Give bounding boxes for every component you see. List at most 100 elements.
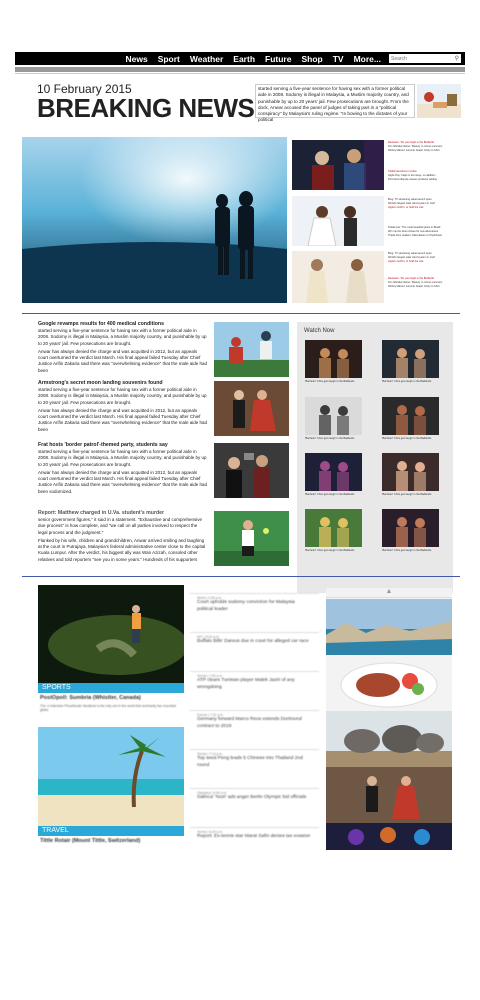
header-divider-thin xyxy=(15,73,465,74)
news-ticker-row[interactable]: Tennis | 7:53 a.m. ATP clears Tunisian pl… xyxy=(190,671,319,710)
news-ticker-row[interactable]: Tennis | 6:24 a.m. Report: Ex-tennis star… xyxy=(190,827,319,866)
page-title: BREAKING NEWS xyxy=(37,93,255,123)
side-link[interactable]: Port berta dispute causes producer addin… xyxy=(388,178,460,182)
watch-video-caption[interactable]: 'Bachelor' Chris gets laugh in the Badla… xyxy=(382,437,442,440)
side-links-3: Bing: TV streaming value launch open Wor… xyxy=(388,198,460,210)
nav-news[interactable]: News xyxy=(125,54,147,64)
watch-video-thumbnail[interactable] xyxy=(305,509,362,547)
sports-label[interactable]: SPORTS xyxy=(38,683,184,693)
article-3-image-press[interactable] xyxy=(214,443,289,498)
article-paragraph: started serving a five-year sentence for… xyxy=(38,449,207,467)
search-input[interactable] xyxy=(391,54,446,63)
nav-earth[interactable]: Earth xyxy=(233,54,255,64)
news-ticker-headline[interactable]: Report: Ex-tennis star Marat Safin denie… xyxy=(197,834,312,841)
nav-tv[interactable]: TV xyxy=(333,54,344,64)
watch-video-thumbnail[interactable] xyxy=(382,453,439,491)
article-4-image-tennis[interactable] xyxy=(214,511,289,566)
watch-video-thumbnail[interactable] xyxy=(305,397,362,435)
side-links-5: Bing: TV streaming value launch open Wor… xyxy=(388,252,460,264)
nav-sport[interactable]: Sport xyxy=(158,54,180,64)
nav-shop[interactable]: Shop xyxy=(301,54,322,64)
side-link[interactable]: Shirley Marvel: summer beach Crazy to Sh… xyxy=(388,285,460,289)
sports-subtitle: The r.n.intensive Pheartbeats Vacations … xyxy=(40,704,177,712)
header-blurb: started serving a five-year sentence for… xyxy=(255,84,415,122)
sports-title[interactable]: PostOpoll: Sumbria (Whistler, Canada) xyxy=(40,695,141,701)
nav-bar: News Sport Weather Earth Future Shop TV … xyxy=(15,52,465,65)
watch-video-caption[interactable]: 'Bachelor' Chris gets laugh in the Badla… xyxy=(382,549,442,552)
travel-beach-image[interactable] xyxy=(38,727,184,826)
watch-video-caption[interactable]: 'Bachelor' Chris gets laugh in the Badla… xyxy=(305,493,365,496)
article-paragraph: Flanked by his wife, children and grandc… xyxy=(38,537,206,562)
nav-future[interactable]: Future xyxy=(265,54,291,64)
travel-title[interactable]: Tittle Rotair (Mount Tittle, Switzerland… xyxy=(40,838,140,844)
side-links-2: 'Netflix launches in Cuba Apple Pay: hel… xyxy=(388,170,460,182)
side-link[interactable]: Tirade from readers: Alternatives to Tri… xyxy=(388,234,460,238)
nav-more[interactable]: More... xyxy=(354,54,381,64)
news-ticker-row[interactable]: Soccer | 7:31 a.m. Germany forward Marco … xyxy=(190,710,319,749)
hero-image-couple-sunset[interactable] xyxy=(22,137,287,303)
news-ticker-row[interactable]: NFL | 8:34 a.m. Buffalo Bills' Dareus due… xyxy=(190,632,319,671)
watch-video-thumbnail[interactable] xyxy=(382,397,439,435)
watch-video-thumbnail[interactable] xyxy=(382,340,439,378)
article-2: Armstrong's secret moon landing souvenir… xyxy=(38,380,208,435)
article-headline[interactable]: Google revamps results for 400 medical c… xyxy=(38,321,208,327)
header-divider xyxy=(15,67,465,72)
sports-golf-image[interactable] xyxy=(38,585,184,683)
side-link[interactable]: Apple's GoPro, to hold the visit xyxy=(388,206,460,210)
article-headline[interactable]: Frat hosts 'border patrol'-themed party,… xyxy=(38,442,208,448)
news-ticker-headline[interactable]: Court upholds sodomy conviction for Mala… xyxy=(197,600,312,614)
news-ticker-row[interactable]: World | 3:28 a.m. Court upholds sodomy co… xyxy=(190,593,319,632)
news-ticker-headline[interactable]: Germany forward Marco Reus extends Dortm… xyxy=(197,717,312,731)
watch-video-caption[interactable]: 'Bachelor' Chris gets laugh in the Badla… xyxy=(382,493,442,496)
side-links-4: Prada true: 'The most beautiful place in… xyxy=(388,226,460,238)
article-headline[interactable]: Armstrong's secret moon landing souvenir… xyxy=(38,380,208,386)
side-links-6: Reviewer: 'Do you laugh in the Bottle/de… xyxy=(388,277,460,289)
gallery-dancer-image[interactable] xyxy=(326,767,452,823)
news-ticker-headline[interactable]: Buffalo Bills' Dareus due in court for a… xyxy=(197,639,312,646)
watch-video-thumbnail[interactable] xyxy=(305,340,362,378)
gallery-up-arrow-icon[interactable]: ▲ xyxy=(326,588,452,598)
section-divider xyxy=(22,576,460,577)
search-box[interactable]: ⚲ xyxy=(389,54,461,63)
article-paragraph: Anwar has always denied the charge and w… xyxy=(38,348,208,373)
watch-video-caption[interactable]: 'Bachelor' Chris gets laugh in the Badla… xyxy=(305,437,365,440)
news-ticker-list: World | 3:28 a.m. Court upholds sodomy co… xyxy=(190,593,319,866)
article-1: Google revamps results for 400 medical c… xyxy=(38,321,208,376)
article-paragraph: Anwar has always denied the charge and w… xyxy=(38,469,208,494)
article-headline[interactable]: Report: Matthew charged in U.Va. student… xyxy=(38,510,208,516)
gallery-festival-image[interactable] xyxy=(326,823,452,850)
side-link[interactable]: Apple's GoPro, to hold the visit xyxy=(388,260,460,264)
watch-video-caption[interactable]: 'Bachelor' Chris gets laugh in the Badla… xyxy=(305,380,365,383)
news-ticker-headline[interactable]: ATP clears Tunisian player Malek Jaziri … xyxy=(197,678,312,692)
gallery-food-image[interactable] xyxy=(326,655,452,711)
side-link[interactable]: Shirley Marvel: summer beach Crazy to Sh… xyxy=(388,149,460,153)
watch-now-title: Watch Now xyxy=(304,328,335,334)
section-divider xyxy=(22,313,460,314)
article-paragraph: started serving a five-year sentence for… xyxy=(38,387,207,405)
watch-video-thumbnail[interactable] xyxy=(305,453,362,491)
article-3: Frat hosts 'border patrol'-themed party,… xyxy=(38,442,208,497)
news-ticker-headline[interactable]: Salinca' 'Nozi' ads anger Berlin Olympic… xyxy=(197,795,312,802)
header-beach-image[interactable] xyxy=(417,84,461,118)
news-ticker-row[interactable]: Olympics | 6:49 a.m. Salinca' 'Nozi' ads … xyxy=(190,788,319,827)
article-4: Report: Matthew charged in U.Va. student… xyxy=(38,510,208,565)
article-paragraph: Anwar has always denied the charge and w… xyxy=(38,407,208,432)
travel-label[interactable]: TRAVEL xyxy=(38,826,184,836)
news-ticker-headline[interactable]: Top seed Peng leads 5 Chinese into Thail… xyxy=(197,756,312,770)
watch-video-caption[interactable]: 'Bachelor' Chris gets laugh in the Badla… xyxy=(305,549,365,552)
gallery-coast-image[interactable] xyxy=(326,599,452,655)
concert-thumbnail[interactable] xyxy=(292,140,384,190)
watch-video-caption[interactable]: 'Bachelor' Chris gets laugh in the Badla… xyxy=(382,380,442,383)
article-1-image-sports[interactable] xyxy=(214,322,289,377)
article-2-image-dancers[interactable] xyxy=(214,381,289,436)
fashion-thumbnail[interactable] xyxy=(292,251,384,303)
top-navigation: News Sport Weather Earth Future Shop TV … xyxy=(15,52,465,74)
search-icon[interactable]: ⚲ xyxy=(455,55,459,62)
gallery-elephants-image[interactable] xyxy=(326,711,452,767)
article-paragraph: started serving a five-year sentence for… xyxy=(38,328,207,346)
nav-weather[interactable]: Weather xyxy=(190,54,223,64)
news-ticker-row[interactable]: Tennis | 7:14 a.m. Top seed Peng leads 5 … xyxy=(190,749,319,788)
wedding-thumbnail[interactable] xyxy=(292,196,384,246)
watch-video-thumbnail[interactable] xyxy=(382,509,439,547)
article-paragraph: senior government figures," it said in a… xyxy=(38,517,203,535)
